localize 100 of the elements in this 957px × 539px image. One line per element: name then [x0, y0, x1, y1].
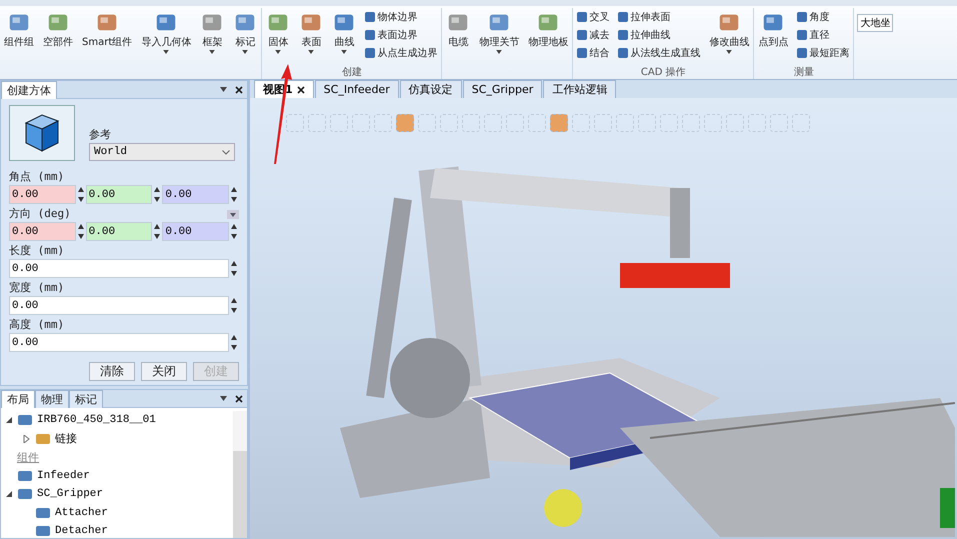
view-tab[interactable]: SC_Infeeder	[314, 80, 399, 98]
view-tool-icon[interactable]	[396, 114, 414, 132]
spinner-icon[interactable]	[229, 296, 239, 315]
tree-item[interactable]: IRB760_450_318__01	[37, 414, 156, 426]
view-tool-icon[interactable]	[462, 114, 480, 132]
collapse-arrow-icon[interactable]	[5, 490, 12, 498]
frame-dropdown[interactable]: 大地坐	[857, 14, 894, 32]
tree-item[interactable]: SC_Gripper	[37, 488, 104, 500]
tree-item[interactable]: Attacher	[55, 506, 108, 519]
view-tab[interactable]: 仿真设定	[400, 80, 462, 98]
view-tool-icon[interactable]	[704, 114, 722, 132]
ribbon-button[interactable]: 物理地板	[526, 8, 570, 79]
view-tab[interactable]: 工作站逻辑	[543, 80, 616, 98]
number-input[interactable]: 0.00	[9, 222, 76, 241]
number-input[interactable]: 0.00	[9, 259, 229, 278]
number-input[interactable]: 0.00	[9, 333, 229, 352]
close-icon[interactable]	[235, 86, 243, 94]
tree-section-heading: 组件	[17, 450, 39, 465]
ribbon-button[interactable]: 组件组	[2, 8, 36, 79]
view-tool-icon[interactable]	[308, 114, 326, 132]
number-input[interactable]: 0.00	[162, 185, 230, 204]
spinner-icon[interactable]	[152, 222, 162, 241]
ribbon-button[interactable]: 电缆	[444, 8, 472, 79]
view-tab[interactable]: SC_Gripper	[462, 80, 542, 98]
number-input[interactable]: 0.00	[9, 296, 229, 315]
view-tool-icon[interactable]	[352, 114, 370, 132]
ribbon-button[interactable]: 从法线生成直线	[616, 44, 702, 61]
ribbon-button[interactable]: 标记	[231, 8, 260, 79]
view-tool-icon[interactable]	[506, 114, 524, 132]
tree-item[interactable]: Detacher	[55, 525, 108, 538]
panel-tab[interactable]: 创建方体	[1, 80, 57, 98]
ribbon-button[interactable]: 曲线	[330, 8, 358, 67]
number-input[interactable]: 0.00	[162, 222, 230, 241]
ribbon-button[interactable]: 直径	[795, 26, 852, 43]
number-input[interactable]: 0.00	[9, 185, 76, 204]
ribbon-button[interactable]: 修改曲线	[707, 8, 752, 67]
ribbon-button[interactable]: 从点生成边界	[363, 44, 440, 61]
view-tool-icon[interactable]	[440, 114, 458, 132]
spinner-icon[interactable]	[229, 259, 239, 278]
panel-tab[interactable]: 标记	[69, 390, 103, 408]
view-tool-icon[interactable]	[660, 114, 678, 132]
spinner-icon[interactable]	[76, 222, 86, 241]
view-tool-icon[interactable]	[374, 114, 392, 132]
ribbon-button[interactable]: 点到点	[756, 8, 790, 67]
view-tool-icon[interactable]	[682, 114, 700, 132]
view-tool-icon[interactable]	[550, 114, 568, 132]
panel-button[interactable]: 关闭	[141, 362, 187, 381]
view-tool-icon[interactable]	[572, 114, 590, 132]
view-tool-icon[interactable]	[638, 114, 656, 132]
view-tool-icon[interactable]	[748, 114, 766, 132]
panel-tab[interactable]: 物理	[35, 390, 69, 408]
collapse-arrow-icon[interactable]	[5, 416, 12, 424]
ribbon-button[interactable]: Smart组件	[80, 8, 134, 79]
ribbon-button[interactable]: 结合	[575, 44, 612, 61]
view-tool-icon[interactable]	[330, 114, 348, 132]
number-input[interactable]: 0.00	[86, 185, 152, 204]
view-tool-icon[interactable]	[594, 114, 612, 132]
spinner-icon[interactable]	[229, 185, 240, 204]
tab-close-icon[interactable]	[296, 86, 305, 94]
spinner-icon[interactable]	[229, 222, 240, 241]
spinner-icon[interactable]	[76, 185, 86, 204]
ribbon-button[interactable]: 固体	[264, 8, 292, 67]
reference-dropdown[interactable]: World	[89, 143, 235, 161]
ribbon-button[interactable]: 物体边界	[363, 8, 440, 25]
ribbon-button[interactable]: 拉伸表面	[616, 8, 702, 25]
view-tool-icon[interactable]	[418, 114, 436, 132]
close-icon[interactable]	[235, 394, 243, 402]
ribbon-button[interactable]: 交叉	[575, 8, 612, 25]
ribbon-button[interactable]: 物理关节	[477, 8, 522, 79]
view-tool-icon[interactable]	[616, 114, 634, 132]
view-tool-icon[interactable]	[286, 114, 304, 132]
pin-icon[interactable]	[220, 396, 227, 401]
pin-icon[interactable]	[220, 87, 227, 92]
number-input[interactable]: 0.00	[86, 222, 152, 241]
tree-item[interactable]: 链接	[55, 431, 77, 446]
spinner-icon[interactable]	[152, 185, 162, 204]
scrollbar[interactable]	[233, 411, 247, 538]
view-tool-icon[interactable]	[770, 114, 788, 132]
ribbon-button[interactable]: 角度	[795, 8, 852, 25]
ribbon-button[interactable]: 导入几何体	[139, 8, 194, 79]
chevron-icon	[222, 150, 230, 154]
ribbon-button[interactable]: 减去	[575, 26, 612, 43]
spinner-icon[interactable]	[229, 333, 239, 352]
view-tool-icon[interactable]	[726, 114, 744, 132]
ribbon-button[interactable]: 拉伸曲线	[616, 26, 702, 43]
expand-arrow-icon[interactable]	[23, 434, 30, 443]
ribbon-button[interactable]: 框架	[198, 8, 226, 79]
expander-icon[interactable]	[227, 210, 239, 218]
panel-button[interactable]: 清除	[89, 362, 135, 381]
view-tool-icon[interactable]	[528, 114, 546, 132]
view-tool-icon[interactable]	[484, 114, 502, 132]
tree-item[interactable]: Infeeder	[37, 470, 90, 482]
ribbon-button[interactable]: 表面	[297, 8, 326, 67]
ribbon-button[interactable]: 最短距离	[795, 44, 852, 61]
component-icon	[35, 506, 51, 520]
view-tool-icon[interactable]	[792, 114, 810, 132]
panel-tab[interactable]: 布局	[1, 390, 35, 408]
ribbon-button[interactable]: 表面边界	[363, 26, 440, 43]
ribbon-button[interactable]: 空部件	[41, 8, 75, 79]
group-label: 测量	[792, 67, 815, 79]
